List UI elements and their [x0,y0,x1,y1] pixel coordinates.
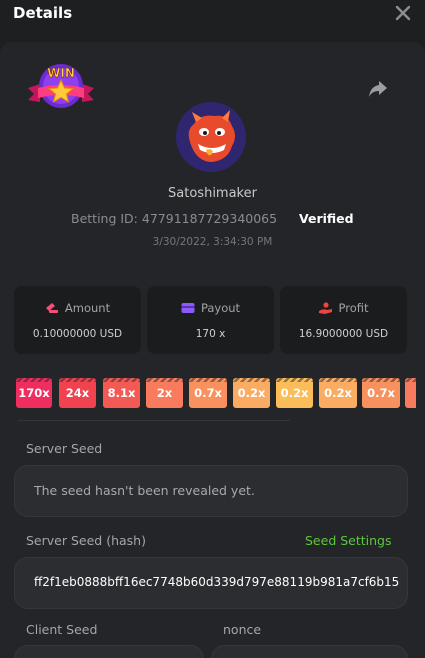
server-seed-hash-label: Server Seed (hash) [26,533,146,548]
multiplier-chip [405,378,416,408]
multiplier-chip: 0.2x [319,378,357,408]
multiplier-chip: 0.2x [276,378,313,408]
server-seed-hash-value: ff2f1eb0888bff16ec7748b60d339d797e88119b… [34,575,400,589]
win-star-badge: WIN [28,64,94,108]
multiplier-chip: 8.1x [103,378,140,408]
betting-id-label: Betting ID: [71,211,138,226]
nonce-label: nonce [223,622,262,637]
stat-payout: Payout 170 x [147,286,274,354]
multiplier-chip: 170x [16,378,52,408]
hand-coin-icon [318,302,332,314]
multiplier-chip: 0.7x [362,378,400,408]
close-icon[interactable] [394,4,412,22]
seed-settings-link[interactable]: Seed Settings [305,533,392,548]
stat-profit: Profit 16.9000000 USD [280,286,407,354]
stat-payout-value: 170 x [195,328,226,340]
win-badge-text: WIN [47,66,75,80]
bet-datetime: 3/30/2022, 3:34:30 PM [152,236,273,248]
red-dragon-avatar [176,102,246,172]
stat-amount: Amount 0.10000000 USD [14,286,141,354]
avatar [176,102,246,172]
username: Satoshimaker [168,186,257,201]
nonce-field[interactable] [211,645,408,658]
verified-status: Verified [299,211,354,226]
server-seed-field[interactable]: The seed hasn't been revealed yet. [14,465,408,517]
divider [18,420,290,421]
multiplier-chip: 0.7x [189,378,227,408]
share-arrow-icon[interactable] [368,80,388,98]
server-seed-label: Server Seed [26,441,103,456]
client-seed-field[interactable] [14,645,204,658]
server-seed-hash-field[interactable]: ff2f1eb0888bff16ec7748b60d339d797e88119b… [14,557,408,609]
page-title: Details [13,4,73,22]
details-header: Details [0,0,425,30]
stat-amount-value: 0.10000000 USD [32,328,123,340]
stat-profit-value: 16.9000000 USD [298,328,389,340]
server-seed-value: The seed hasn't been revealed yet. [34,483,255,498]
client-seed-label: Client Seed [26,622,98,637]
betting-id-value: 47791187729340065 [141,211,278,226]
betting-id-row: Betting ID: 47791187729340065 [71,211,277,226]
multiplier-chip: 2x [146,378,183,408]
multiplier-chip: 24x [59,378,96,408]
multiplier-chip: 0.2x [233,378,270,408]
coins-icon [45,303,58,313]
stat-payout-label: Payout [200,301,241,315]
multiplier-strip: 170x 24x 8.1x 2x 0.7x 0.2x 0.2x 0.2x 0.7… [16,376,416,410]
stat-profit-label: Profit [338,301,369,315]
wallet-icon [181,303,195,313]
stat-amount-label: Amount [64,301,111,315]
